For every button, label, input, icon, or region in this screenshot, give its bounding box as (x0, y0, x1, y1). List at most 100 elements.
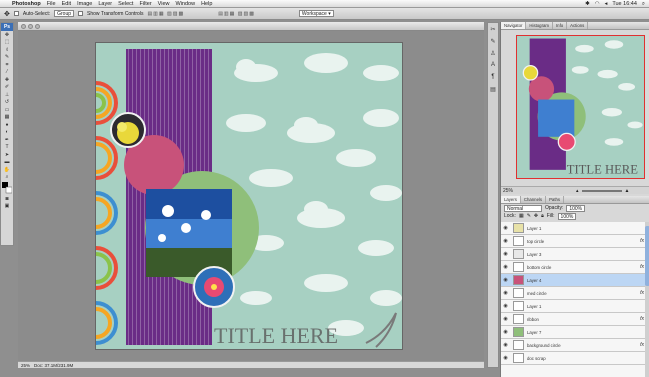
crop-tool-icon[interactable]: ⌗ (1, 61, 13, 69)
distribute-icons[interactable]: ▤▥▦ ▧▨▩ (218, 11, 255, 17)
blur-tool-icon[interactable]: ● (1, 121, 13, 129)
scrapbook-canvas[interactable]: TITLE HERE (96, 43, 402, 349)
tab-info[interactable]: Info (553, 22, 568, 29)
character-icon[interactable]: A (488, 59, 498, 71)
scrollbar-thumb[interactable] (645, 226, 649, 286)
menu-layer[interactable]: Layer (98, 1, 112, 7)
lock-pixels-icon[interactable]: ✎ (527, 213, 531, 219)
eye-icon[interactable]: ◉ (501, 238, 510, 244)
clone-source-icon[interactable]: ♙ (488, 47, 498, 59)
lasso-tool-icon[interactable]: ℓ (1, 46, 13, 54)
wifi-icon[interactable]: ◠ (595, 1, 600, 7)
workspace-dropdown[interactable]: Workspace ▾ (298, 10, 334, 17)
layer-row[interactable]: ◉ doc scrap (501, 352, 649, 365)
tab-actions[interactable]: Actions (567, 22, 589, 29)
menu-view[interactable]: View (158, 1, 170, 7)
fx-icon[interactable]: fx (640, 238, 644, 244)
brush-tool-icon[interactable]: ✐ (1, 84, 13, 92)
fx-icon[interactable]: fx (640, 316, 644, 322)
brushes-icon[interactable]: ✎ (488, 35, 498, 47)
layer-row[interactable]: ◉ Layer 1 (501, 300, 649, 313)
tab-paths[interactable]: Paths (546, 196, 565, 203)
eye-icon[interactable]: ◉ (501, 290, 510, 296)
doc-zoom[interactable]: 25% (21, 363, 30, 368)
fill-field[interactable]: 100% (557, 212, 577, 220)
fx-icon[interactable]: fx (640, 342, 644, 348)
eye-icon[interactable]: ◉ (501, 264, 510, 270)
auto-select-dropdown[interactable]: Group (54, 10, 75, 17)
blend-mode-dropdown[interactable]: Normal (504, 204, 542, 212)
quick-select-tool-icon[interactable]: ✎ (1, 54, 13, 62)
menu-edit[interactable]: Edit (62, 1, 71, 7)
layer-comps-icon[interactable]: ▤ (488, 83, 498, 95)
clone-stamp-tool-icon[interactable]: ⊥ (1, 91, 13, 99)
eye-icon[interactable]: ◉ (501, 277, 510, 283)
menu-filter[interactable]: Filter (139, 1, 151, 7)
eye-icon[interactable]: ◉ (501, 225, 510, 231)
tab-channels[interactable]: Channels (521, 196, 547, 203)
type-tool-icon[interactable]: T (1, 144, 13, 152)
menu-window[interactable]: Window (176, 1, 196, 7)
fx-icon[interactable]: fx (640, 290, 644, 296)
app-menu[interactable]: Photoshop (12, 1, 41, 7)
layer-row[interactable]: ◉ Layer 1 (501, 222, 649, 235)
quick-mask-icon[interactable]: ◙ (1, 195, 13, 203)
lock-all-icon[interactable]: 🔒︎ (541, 213, 544, 219)
marquee-tool-icon[interactable]: ⬚ (1, 39, 13, 47)
move-tool-icon[interactable]: ✥ (4, 10, 10, 18)
lock-position-icon[interactable]: ✥ (534, 213, 538, 219)
gradient-tool-icon[interactable]: ▦ (1, 114, 13, 122)
layer-row[interactable]: ◉ Layer 7 (501, 326, 649, 339)
tab-histogram[interactable]: Histogram (526, 22, 553, 29)
tab-layers[interactable]: Layers (501, 196, 521, 203)
move-tool-icon[interactable]: ✥ (1, 31, 13, 39)
tab-navigator[interactable]: Navigator (501, 22, 527, 29)
layer-row[interactable]: ◉ bottom circle fx (501, 261, 649, 274)
transform-controls-checkbox[interactable] (78, 11, 84, 16)
layer-row[interactable]: ◉ ribbon fx (501, 313, 649, 326)
navigator-preview[interactable]: TITLE HERE (516, 35, 645, 179)
zoom-window-icon[interactable] (35, 24, 40, 29)
menu-select[interactable]: Select (118, 1, 133, 7)
eye-icon[interactable]: ◉ (501, 303, 510, 309)
navigator-zoom-value[interactable]: 25% (503, 188, 513, 194)
menu-image[interactable]: Image (77, 1, 92, 7)
history-brush-tool-icon[interactable]: ↺ (1, 99, 13, 107)
screen-mode-icon[interactable]: ▣ (1, 203, 13, 211)
minimize-window-icon[interactable] (28, 24, 33, 29)
dodge-tool-icon[interactable]: ◐ (1, 129, 13, 137)
zoom-tool-icon[interactable]: ⌕ (1, 174, 13, 182)
opacity-field[interactable]: 100% (566, 204, 586, 212)
layer-row[interactable]: ◉ Layer 3 (501, 248, 649, 261)
zoom-slider[interactable] (581, 189, 622, 192)
pen-tool-icon[interactable]: ✒ (1, 136, 13, 144)
shape-tool-icon[interactable]: ▬ (1, 159, 13, 167)
tool-presets-icon[interactable]: ✂ (488, 23, 498, 35)
doc-info[interactable]: Doc: 37.1M/231.9M (34, 363, 73, 368)
eyedropper-tool-icon[interactable]: ⁄ (1, 69, 13, 77)
volume-icon[interactable]: ◂ (605, 1, 608, 7)
layers-scrollbar[interactable] (645, 222, 649, 377)
menu-help[interactable]: Help (201, 1, 212, 7)
path-select-tool-icon[interactable]: ➤ (1, 151, 13, 159)
document-title-bar[interactable] (18, 22, 484, 31)
close-window-icon[interactable] (21, 24, 26, 29)
menu-file[interactable]: File (47, 1, 56, 7)
clock[interactable]: Tue 16:44 (612, 1, 637, 7)
paragraph-icon[interactable]: ¶ (488, 71, 498, 83)
align-icons[interactable]: ▤▥▦ ▧▨▩ (147, 11, 184, 17)
canvas-area[interactable]: TITLE HERE (18, 31, 484, 361)
lock-transparency-icon[interactable]: ▦ (519, 213, 524, 219)
hand-tool-icon[interactable]: ✋ (1, 166, 13, 174)
eye-icon[interactable]: ◉ (501, 342, 510, 348)
eye-icon[interactable]: ◉ (501, 355, 510, 361)
layer-row[interactable]: ◉ background circle fx (501, 339, 649, 352)
spotlight-icon[interactable]: ⌕ (642, 1, 645, 8)
color-swatches-icon[interactable] (1, 181, 13, 195)
eraser-tool-icon[interactable]: ▭ (1, 106, 13, 114)
layer-row-selected[interactable]: ◉ Layer 4 (501, 274, 649, 287)
eye-icon[interactable]: ◉ (501, 329, 510, 335)
zoom-in-icon[interactable]: ▲ (625, 188, 630, 194)
healing-tool-icon[interactable]: ✚ (1, 76, 13, 84)
eye-icon[interactable]: ◉ (501, 316, 510, 322)
